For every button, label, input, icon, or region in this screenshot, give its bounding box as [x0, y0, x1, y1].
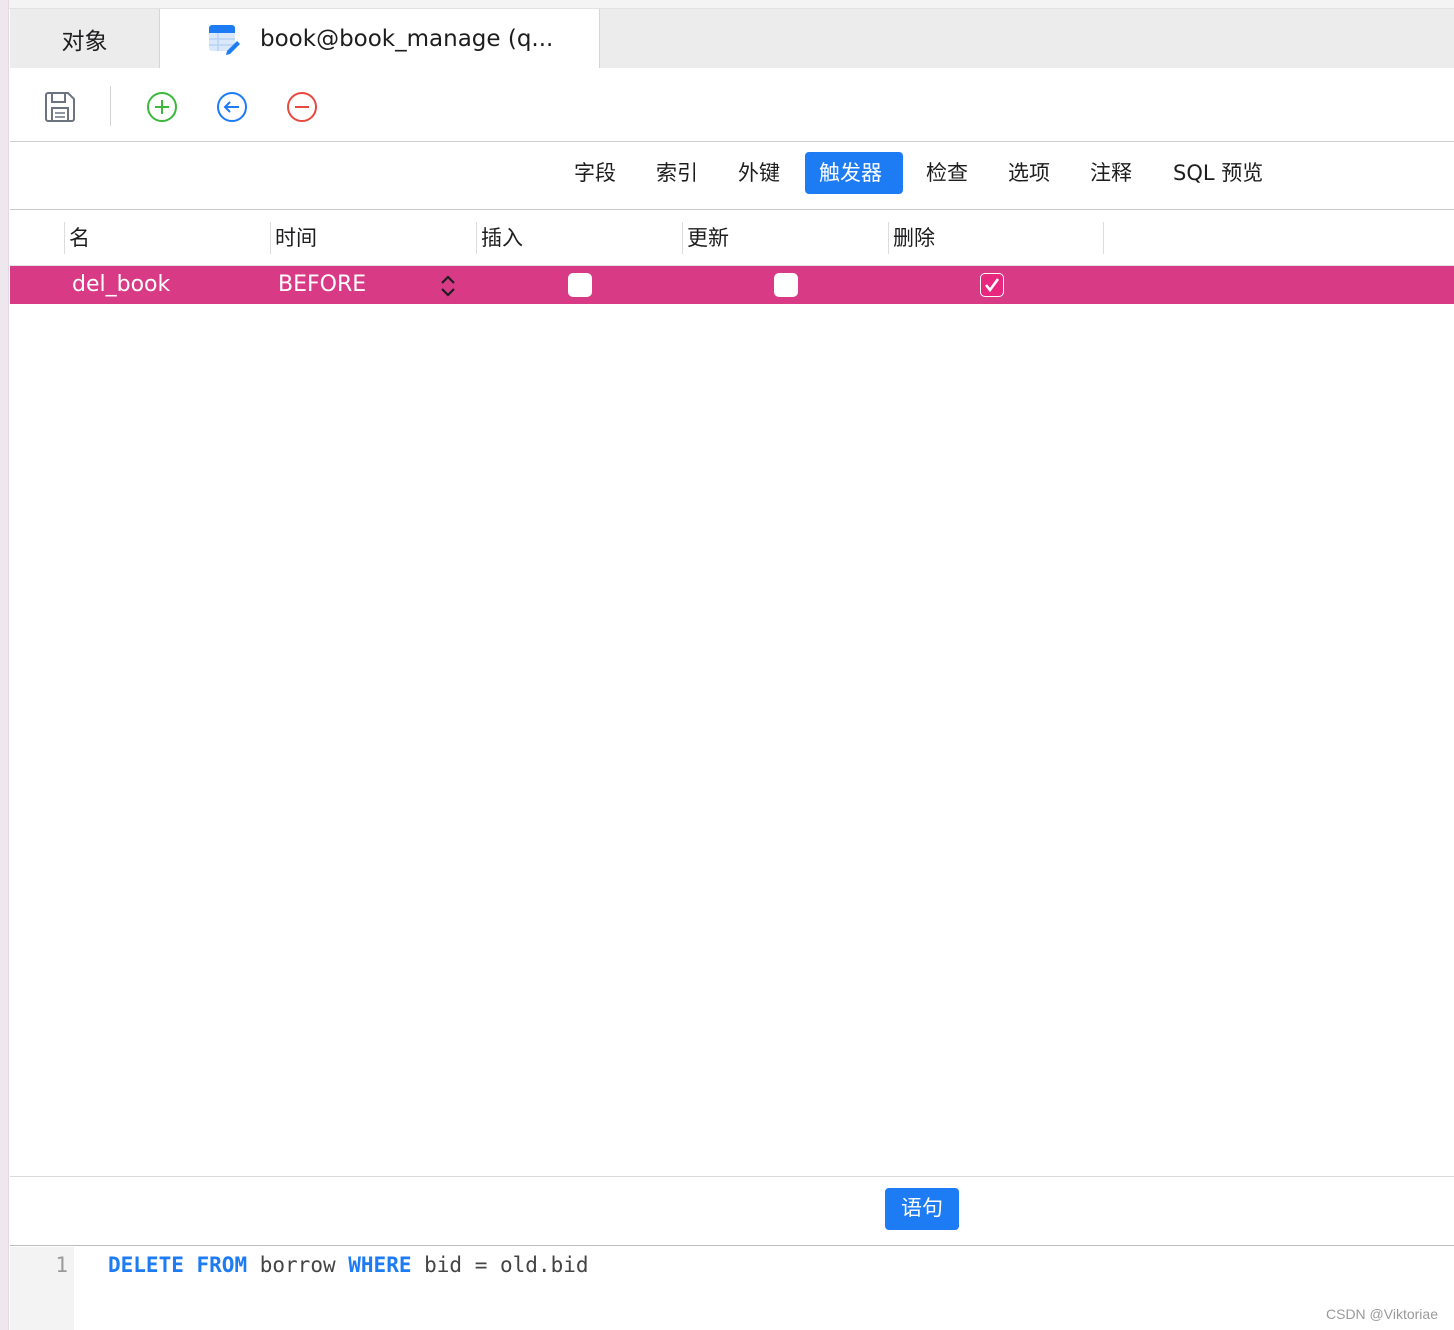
tab-options[interactable]: 选项 [994, 152, 1064, 194]
window-left-edge [0, 0, 9, 1330]
update-checkbox[interactable] [774, 273, 798, 297]
line-number-gutter: 1 [10, 1247, 74, 1330]
checkmark-icon [984, 278, 1000, 293]
add-trigger-button[interactable] [145, 90, 179, 124]
sql-editor[interactable]: 1 DELETE FROM borrow WHERE bid = old.bid [10, 1247, 1454, 1330]
sql-keyword: WHERE [348, 1253, 412, 1277]
tab-indexes[interactable]: 索引 [642, 152, 712, 194]
column-header-insert[interactable]: 插入 [476, 222, 682, 254]
column-header-update[interactable]: 更新 [682, 222, 888, 254]
trigger-grid-header: 名 时间 插入 更新 删除 [10, 210, 1454, 266]
trigger-name-cell[interactable]: del_book [72, 266, 170, 304]
tab-comment[interactable]: 注释 [1076, 152, 1146, 194]
sql-keyword: FROM [196, 1253, 248, 1277]
save-button[interactable] [43, 90, 77, 124]
delete-trigger-button[interactable] [285, 90, 319, 124]
plus-circle-icon [147, 92, 177, 122]
tab-objects-label: 对象 [61, 28, 108, 55]
window-top-strip [0, 0, 1454, 9]
tab-triggers[interactable]: 触发器 [805, 152, 903, 194]
tab-objects[interactable]: 对象 [10, 9, 160, 68]
designer-subtabs: 字段 索引 外键 触发器 检查 选项 注释 SQL 预览 [10, 142, 1454, 210]
save-icon [45, 92, 75, 122]
column-header-time[interactable]: 时间 [270, 222, 476, 254]
sql-condition: bid = old.bid [424, 1253, 589, 1277]
column-header-delete[interactable]: 删除 [888, 222, 1103, 254]
tab-active-label: book@book_manage (q... [260, 25, 554, 52]
sql-identifier: borrow [259, 1253, 336, 1277]
line-number: 1 [55, 1253, 68, 1277]
insert-trigger-button[interactable] [215, 90, 249, 124]
table-design-icon [208, 23, 240, 55]
table-row[interactable]: del_book BEFORE [10, 266, 1454, 304]
toolbar [10, 68, 1454, 142]
tab-sql-preview[interactable]: SQL 预览 [1159, 152, 1277, 194]
code-line[interactable]: DELETE FROM borrow WHERE bid = old.bid [108, 1253, 589, 1277]
column-header-name[interactable]: 名 [64, 222, 270, 254]
watermark: CSDN @Viktoriae [1326, 1306, 1438, 1322]
statement-button[interactable]: 语句 [885, 1188, 959, 1230]
tab-checks[interactable]: 检查 [912, 152, 982, 194]
tab-fields[interactable]: 字段 [560, 152, 630, 194]
tab-bar: 对象 book@book_manage (q... [10, 9, 1454, 68]
minus-circle-icon [287, 92, 317, 122]
sql-keyword: DELETE [108, 1253, 184, 1277]
column-divider [1103, 222, 1104, 254]
tab-foreign-keys[interactable]: 外键 [724, 152, 794, 194]
insert-checkbox[interactable] [568, 273, 592, 297]
tab-trigger-design[interactable]: book@book_manage (q... [160, 9, 600, 68]
arrow-left-circle-icon [217, 92, 247, 122]
delete-checkbox[interactable] [980, 273, 1004, 297]
updown-chevron-icon[interactable] [440, 275, 456, 297]
trigger-time-select[interactable]: BEFORE [278, 266, 366, 304]
statement-bar: 语句 [10, 1176, 1454, 1246]
toolbar-separator [110, 86, 111, 126]
